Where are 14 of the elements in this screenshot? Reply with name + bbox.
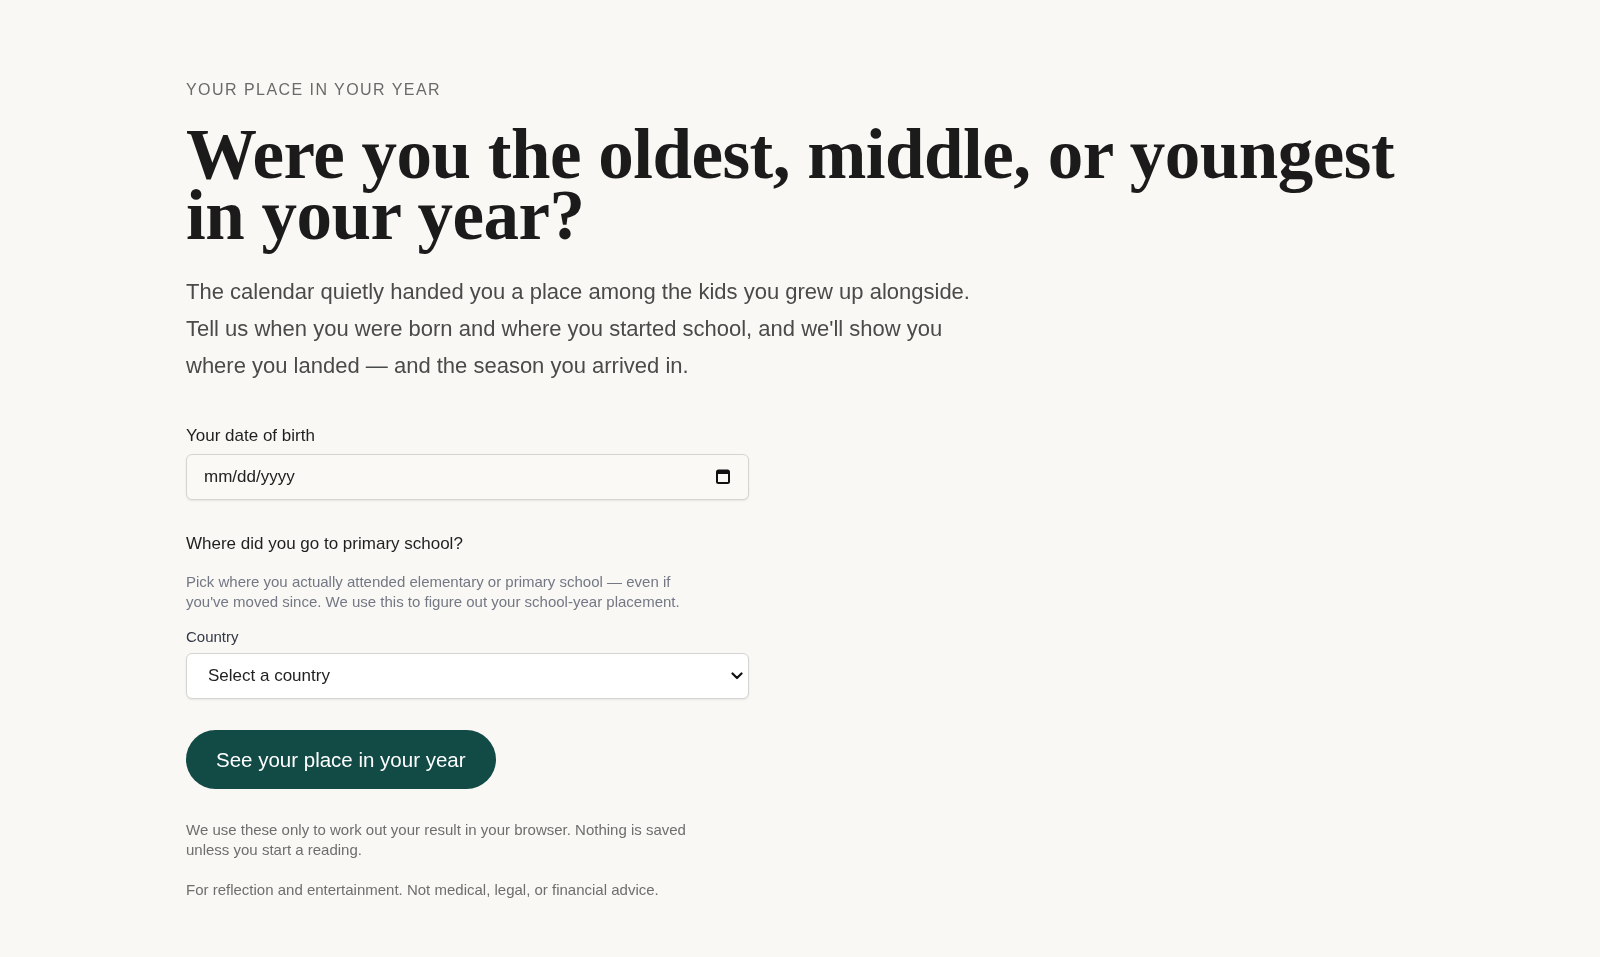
- calendar-icon: [716, 469, 730, 484]
- eyebrow-text: YOUR PLACE IN YOUR YEAR: [186, 80, 442, 100]
- footnote-text: For reflection and entertainment. Not medical, legal, or financial advice.: [186, 880, 660, 900]
- chevron-down-icon: [731, 672, 743, 680]
- page-title: Were you the oldest, middle, or youngest in your year?: [186, 124, 1396, 256]
- country-select[interactable]: Select a country: [186, 653, 749, 699]
- intro-paragraph: The calendar quietly handed you a place among the kids you grew up alongside. Tell us when you were born and where you started school, and we'll show you where you landed — and the season you arrived in.: [186, 278, 971, 380]
- footnote-text: We use these only to work out your result in your browser. Nothing is saved unless you start a reading.: [186, 820, 687, 859]
- question-label: Where did you go to primary school?: [186, 533, 463, 555]
- help-text: Pick where you actually attended elementary or primary school — even if you've moved since. We use this to figure out your school-year placement.: [186, 572, 681, 611]
- field-label: Country: [186, 627, 239, 647]
- date-field[interactable]: mm/dd/yyyy: [186, 454, 749, 500]
- field-label: Your date of birth: [186, 425, 315, 447]
- submit-button[interactable]: See your place in your year: [186, 730, 496, 789]
